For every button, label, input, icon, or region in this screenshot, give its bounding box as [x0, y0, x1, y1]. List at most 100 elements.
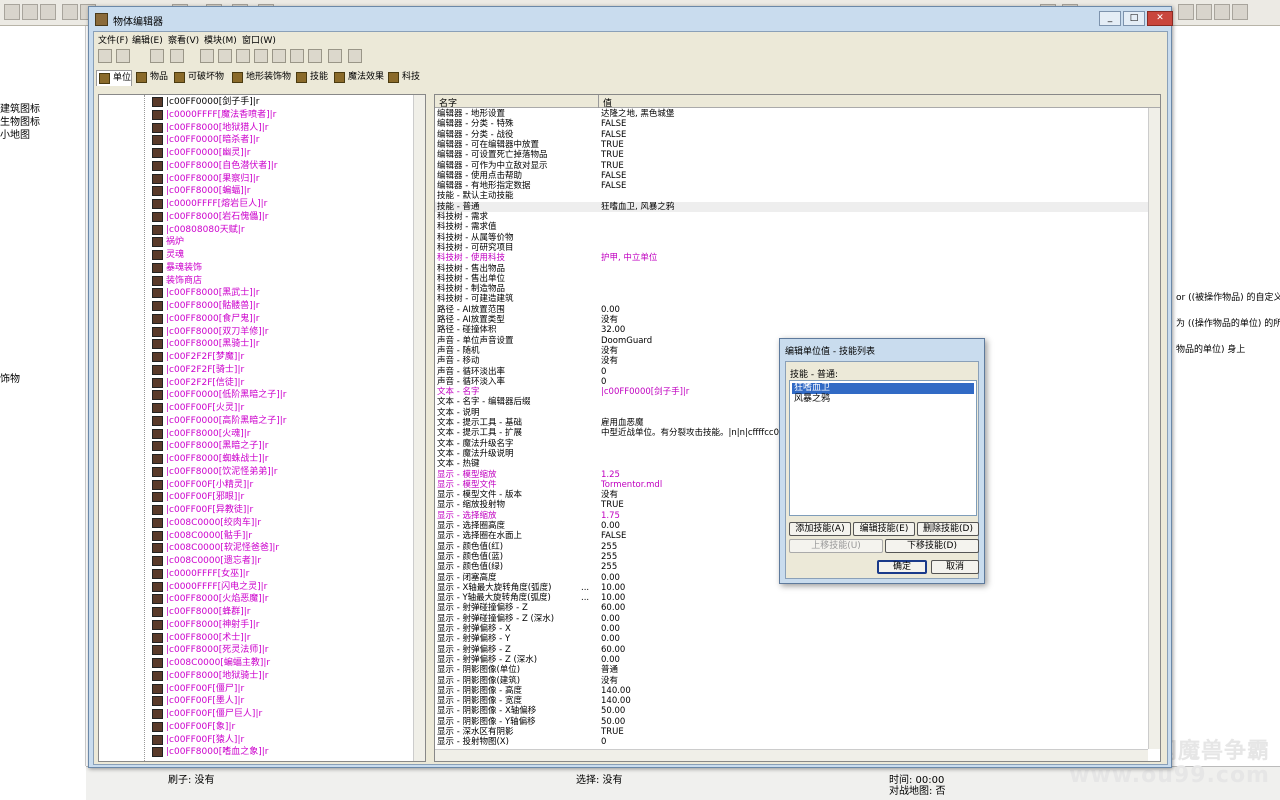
close-icon[interactable]: ✕ — [1147, 11, 1173, 26]
toolbar-button[interactable] — [236, 49, 250, 63]
tab-destructibles[interactable]: 可破坏物 — [172, 70, 224, 86]
tree-node[interactable]: |c0000FFFF[女巫]|r — [152, 568, 249, 580]
tree-node[interactable]: |c00FF8000[岩石傀儡]|r — [152, 211, 268, 223]
tree-node[interactable]: |c0000FFFF[熔岩巨人]|r — [152, 198, 267, 210]
tab-items[interactable]: 物品 — [134, 70, 168, 86]
grid-row[interactable]: 编辑器 - 分类 - 特殊 FALSE — [435, 119, 1148, 129]
grid-row[interactable]: 科技树 - 售出物品 — [435, 264, 1148, 274]
grid-row[interactable]: 显示 - 射弹偏移 - Y 0.00 — [435, 634, 1148, 644]
tree-node[interactable]: |c00FF8000[双刀羊修]|r — [152, 326, 268, 338]
grid-row[interactable]: 路径 - 碰撞体积 32.00 — [435, 325, 1148, 335]
add-ability-button[interactable]: 添加技能(A) — [789, 522, 851, 536]
toolbar-button[interactable] — [348, 49, 362, 63]
tree-node[interactable]: 暴魂装饰 — [152, 262, 202, 274]
tree-node[interactable]: |c00FF8000[神射手]|r — [152, 619, 259, 631]
toolbar-button[interactable] — [254, 49, 268, 63]
tree-node[interactable]: |c00F2F2F[骑士]|r — [152, 364, 244, 376]
tree-scrollbar[interactable] — [413, 95, 425, 761]
tree-node[interactable]: |c008C0000[骷手]|r — [152, 530, 252, 542]
grid-row[interactable]: 路径 - AI放置类型 没有 — [435, 315, 1148, 325]
tree-node[interactable]: |c00FF0000[低阶黑暗之子]|r — [152, 389, 286, 401]
tab-doodads[interactable]: 地形装饰物 — [230, 70, 291, 86]
tree-node[interactable]: |c008C0000[遗忘者]|r — [152, 555, 261, 567]
grid-horizontal-scrollbar[interactable] — [435, 749, 1148, 761]
tab-units[interactable]: 单位 — [96, 70, 133, 86]
tree-node[interactable]: |c00FF0000[高阶黑暗之子]|r — [152, 415, 286, 427]
grid-row[interactable]: 编辑器 - 可设置死亡掉落物品 TRUE — [435, 150, 1148, 160]
tree-node[interactable]: |c0000FFFF[闪电之灵]|r — [152, 581, 267, 593]
maximize-icon[interactable]: □ — [1123, 11, 1145, 26]
tree-node[interactable]: |c00FF8000[术士]|r — [152, 632, 250, 644]
bg-tool-icon[interactable] — [1196, 4, 1212, 20]
tree-node[interactable]: |c00FF00F[邪眼]|r — [152, 491, 244, 503]
grid-row[interactable]: 编辑器 - 使用点击帮助 FALSE — [435, 171, 1148, 181]
grid-row[interactable]: 科技树 - 可研究项目 — [435, 243, 1148, 253]
tab-upgrades[interactable]: 科技 — [386, 70, 420, 86]
grid-row[interactable]: 编辑器 - 分类 - 战役 FALSE — [435, 130, 1148, 140]
grid-row[interactable]: 显示 - 阴影图像 - 高度 140.00 — [435, 686, 1148, 696]
tree-node[interactable]: |c00FF8000[饮泥怪弟弟]|r — [152, 466, 277, 478]
grid-row[interactable]: 显示 - 阴影图像 - 宽度 140.00 — [435, 696, 1148, 706]
tree-node[interactable]: |c00FF00F[火灵]|r — [152, 402, 244, 414]
tree-node[interactable]: |c00FF00F[异教徒]|r — [152, 504, 253, 516]
move-up-button[interactable]: 上移技能(U) — [789, 539, 883, 553]
tree-node[interactable]: |c00FF8000[黑暗之子]|r — [152, 440, 268, 452]
window-titlebar[interactable]: 物体编辑器 _ □ ✕ — [93, 10, 1173, 30]
grid-row[interactable]: 显示 - 射弹偏移 - Z 60.00 — [435, 645, 1148, 655]
delete-ability-button[interactable]: 删除技能(D) — [917, 522, 979, 536]
cancel-button[interactable]: 取消 — [931, 560, 979, 574]
minimize-icon[interactable]: _ — [1099, 11, 1121, 26]
grid-row[interactable]: 科技树 - 可建造建筑 — [435, 294, 1148, 304]
grid-row[interactable]: 编辑器 - 地形设置 达隆之地, 黑色城堡 — [435, 109, 1148, 119]
grid-row[interactable]: 科技树 - 使用科技 护甲, 中立单位 — [435, 253, 1148, 263]
tree-node[interactable]: |c00FF8000[自色潜伏者]|r — [152, 160, 277, 172]
tab-buffs[interactable]: 魔法效果 — [332, 70, 384, 86]
tree-node[interactable]: |c00FF00F[僵尸]|r — [152, 683, 244, 695]
grid-row[interactable]: 科技树 - 售出单位 — [435, 274, 1148, 284]
bg-tool-icon[interactable] — [62, 4, 78, 20]
tree-node[interactable]: |c00FF8000[嗜血之象]|r — [152, 746, 268, 758]
bg-tool-icon[interactable] — [1214, 4, 1230, 20]
menu-edit[interactable]: 编辑(E) — [132, 33, 163, 46]
toolbar-button[interactable] — [98, 49, 112, 63]
tree-node[interactable]: |c00F2F2F[信徒]|r — [152, 377, 244, 389]
menu-window[interactable]: 窗口(W) — [242, 33, 276, 46]
tree-node[interactable]: |c00FF8000[火焰恶魔]|r — [152, 593, 268, 605]
tree-node[interactable]: |c008C0000[蝙蝠主教]|r — [152, 657, 270, 669]
tree-node[interactable]: |c00FF8000[蜘蛛战士]|r — [152, 453, 268, 465]
list-item[interactable]: 风暴之鸦 — [792, 394, 974, 405]
grid-row[interactable]: 显示 - 射弹偏移 - Z (深水) 0.00 — [435, 655, 1148, 665]
grid-row[interactable]: 显示 - 投射物图(X) 0 — [435, 737, 1148, 747]
tree-node[interactable]: |c00FF8000[骷髅兽]|r — [152, 300, 259, 312]
tree-node[interactable]: |c008C0000[软泥怪爸爸]|r — [152, 542, 279, 554]
tab-abilities[interactable]: 技能 — [294, 70, 328, 86]
grid-row[interactable]: 科技树 - 需求 — [435, 212, 1148, 222]
grid-row[interactable]: 显示 - 深水区有阴影 TRUE — [435, 727, 1148, 737]
grid-row[interactable]: 显示 - 阴影图像(单位) 普通 — [435, 665, 1148, 675]
grid-row[interactable]: 编辑器 - 可作为中立敌对显示 TRUE — [435, 161, 1148, 171]
tree-node[interactable]: |c00FF8000[黑骑士]|r — [152, 338, 259, 350]
tree-node[interactable]: 祸炉 — [152, 236, 184, 248]
toolbar-button[interactable] — [170, 49, 184, 63]
edit-ability-button[interactable]: 编辑技能(E) — [853, 522, 915, 536]
ok-button[interactable]: 确定 — [877, 560, 927, 574]
toolbar-button[interactable] — [272, 49, 286, 63]
grid-row[interactable]: 显示 - 射弹偏移 - X 0.00 — [435, 624, 1148, 634]
grid-row[interactable]: 科技树 - 需求值 — [435, 222, 1148, 232]
tree-node[interactable]: |c00FF0000[暗杀者]|r — [152, 134, 259, 146]
menu-module[interactable]: 模块(M) — [204, 33, 237, 46]
tree-node[interactable]: |c00FF00F[猿人]|r — [152, 734, 244, 746]
grid-row[interactable]: 路径 - AI放置范围 0.00 — [435, 305, 1148, 315]
bg-tool-icon[interactable] — [1178, 4, 1194, 20]
object-tree[interactable]: |c00FF0000[剑子手]|r |c0000FFFF[魔法香喷者]|r |c00… — [98, 94, 426, 762]
tree-node[interactable]: |c00FF8000[死灵法师]|r — [152, 644, 268, 656]
tree-node[interactable]: |c00FF8000[蜂群]|r — [152, 606, 250, 618]
grid-row[interactable]: 技能 - 默认主动技能 — [435, 191, 1148, 201]
list-item[interactable]: 狂嗜血卫 — [792, 383, 974, 394]
ability-listbox[interactable]: 狂嗜血卫 风暴之鸦 — [789, 380, 977, 516]
tree-node[interactable]: |c00FF8000[地狱猎人]|r — [152, 122, 268, 134]
tree-node[interactable]: |c00F2F2F[梦魔]|r — [152, 351, 244, 363]
tree-node[interactable]: |c00FF00F[僵尸巨人]|r — [152, 708, 262, 720]
grid-row[interactable]: 显示 - 阴影图像 - X轴偏移 50.00 — [435, 706, 1148, 716]
column-name-header[interactable]: 名字 — [439, 96, 457, 109]
